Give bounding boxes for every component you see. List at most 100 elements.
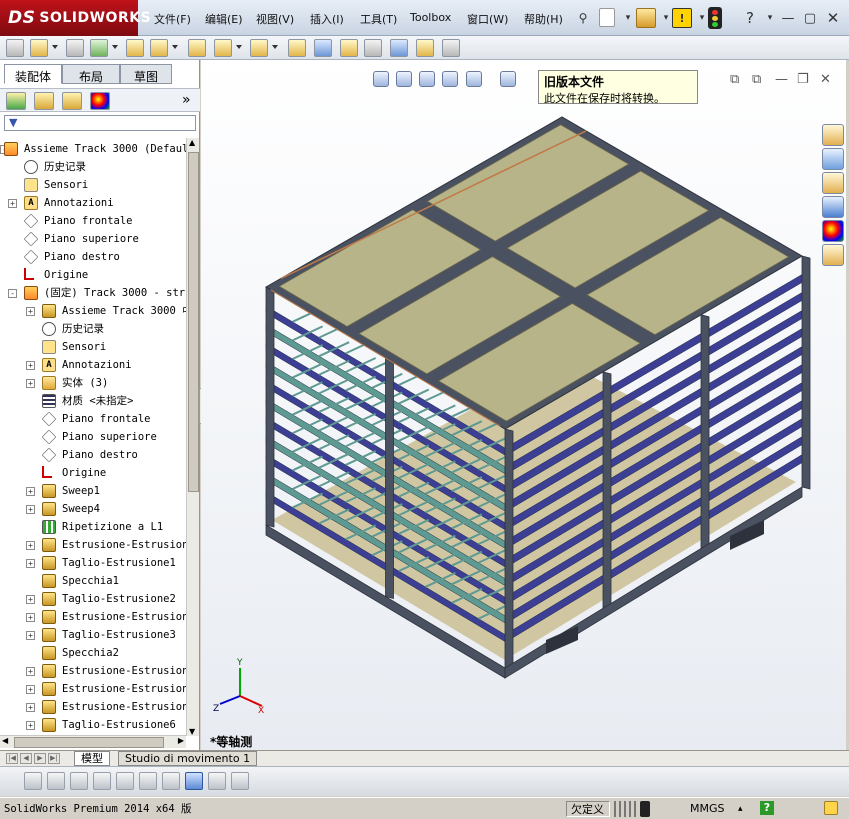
property-manager-tab-icon[interactable] bbox=[34, 92, 54, 110]
tree-expander-icon[interactable]: + bbox=[26, 595, 35, 604]
move-dropdown-icon[interactable] bbox=[172, 45, 178, 49]
tree-item[interactable]: + Assieme Track 3000 中 bbox=[0, 302, 186, 320]
frame-post[interactable] bbox=[700, 314, 710, 552]
tree-item[interactable]: Specchia2 bbox=[0, 644, 186, 662]
track-3000-model[interactable] bbox=[201, 60, 846, 750]
tree-item[interactable]: Piano frontale bbox=[0, 410, 186, 428]
warning-icon[interactable]: ! bbox=[672, 8, 692, 28]
viewport-tile-right-icon[interactable]: ⧉ bbox=[752, 72, 761, 87]
tree-horizontal-scrollbar[interactable]: ◀ ▶ bbox=[0, 735, 186, 748]
interference-detection-icon[interactable] bbox=[390, 39, 408, 57]
status-traffic-light-icon[interactable] bbox=[640, 801, 650, 817]
tree-expander-icon[interactable]: + bbox=[26, 379, 35, 388]
custom-properties-icon[interactable] bbox=[822, 244, 844, 266]
tree-vertical-scrollbar[interactable]: ▲ ▼ bbox=[186, 138, 199, 736]
tab-sketch[interactable]: 草图 bbox=[120, 64, 172, 84]
pin-icon[interactable]: ⚲ bbox=[573, 8, 593, 28]
tree-item[interactable]: + A Annotazioni bbox=[0, 194, 186, 212]
tree-item[interactable]: + Sweep1 bbox=[0, 482, 186, 500]
tree-item[interactable]: + Estrusione-Estrusion bbox=[0, 608, 186, 626]
tree-item[interactable]: + Estrusione-Estrusion bbox=[0, 662, 186, 680]
feature-manager-tab-icon[interactable] bbox=[6, 92, 26, 110]
menu-toolbox[interactable]: Toolbox bbox=[408, 11, 453, 24]
tree-item[interactable]: + Taglio-Estrusione1 bbox=[0, 554, 186, 572]
tree-expander-icon[interactable]: + bbox=[26, 505, 35, 514]
menu-edit[interactable]: 编辑(E) bbox=[203, 11, 245, 27]
scroll-up-arrow-icon[interactable]: ▲ bbox=[189, 138, 195, 147]
close-window-icon[interactable]: ✕ bbox=[823, 8, 843, 28]
new-dropdown-icon[interactable]: ▾ bbox=[618, 8, 638, 28]
tree-expander-icon[interactable]: + bbox=[26, 541, 35, 550]
tree-item[interactable]: Sensori bbox=[0, 338, 186, 356]
assembly-features-icon[interactable] bbox=[214, 39, 232, 57]
filter-funnel-icon[interactable]: ▼ bbox=[9, 116, 17, 129]
display-style-icon[interactable] bbox=[500, 71, 516, 87]
tab-motion-study-1[interactable]: Studio di movimento 1 bbox=[118, 751, 258, 766]
tags-icon[interactable] bbox=[824, 801, 838, 815]
view-3d-icon[interactable] bbox=[24, 772, 42, 790]
smart-fasteners-icon[interactable] bbox=[126, 39, 144, 57]
tree-expander-icon[interactable]: + bbox=[26, 667, 35, 676]
tree-item[interactable]: Piano frontale bbox=[0, 212, 186, 230]
more-tabs-chevron-icon[interactable]: » bbox=[182, 92, 191, 108]
units-dropdown-icon[interactable]: ▴ bbox=[738, 801, 743, 817]
configuration-manager-tab-icon[interactable] bbox=[62, 92, 82, 110]
reference-geometry-icon[interactable] bbox=[250, 39, 268, 57]
status-help-icon[interactable]: ? bbox=[760, 801, 774, 815]
frame-post[interactable] bbox=[385, 357, 394, 600]
help-dropdown-icon[interactable]: ▾ bbox=[760, 8, 780, 28]
frame-post[interactable] bbox=[602, 371, 612, 611]
menu-window[interactable]: 窗口(W) bbox=[465, 11, 510, 27]
design-library-icon[interactable] bbox=[822, 148, 844, 170]
tree-expander-icon[interactable]: + bbox=[26, 721, 35, 730]
tree-expander-icon[interactable]: + bbox=[26, 613, 35, 622]
frame-post[interactable] bbox=[265, 286, 275, 528]
scroll-left-arrow-icon[interactable]: ◀ bbox=[2, 736, 8, 745]
menu-view[interactable]: 视图(V) bbox=[254, 11, 296, 27]
tab-next-arrow-icon[interactable]: ▶ bbox=[34, 753, 46, 764]
help-question-icon[interactable]: ? bbox=[740, 8, 760, 28]
previous-view-icon[interactable] bbox=[419, 71, 435, 87]
view-axes-icon[interactable] bbox=[162, 772, 180, 790]
features-dropdown-icon[interactable] bbox=[236, 45, 242, 49]
graphics-viewport[interactable] bbox=[201, 60, 846, 750]
restore-window-icon[interactable]: ▢ bbox=[800, 8, 820, 28]
tree-expander-icon[interactable]: + bbox=[26, 685, 35, 694]
viewport-minimize-icon[interactable]: — bbox=[775, 72, 788, 87]
tree-item[interactable]: + Estrusione-Estrusion bbox=[0, 698, 186, 716]
view-shaded-icon[interactable] bbox=[185, 772, 203, 790]
view-box-icon[interactable] bbox=[47, 772, 65, 790]
tab-assembly[interactable]: 装配体 bbox=[4, 64, 62, 84]
tree-expander-icon[interactable]: + bbox=[26, 307, 35, 316]
pattern-dropdown-icon[interactable] bbox=[112, 45, 118, 49]
display-manager-tab-icon[interactable] bbox=[90, 92, 110, 110]
exploded-view-icon[interactable] bbox=[340, 39, 358, 57]
tab-prev-arrow-icon[interactable]: ◀ bbox=[20, 753, 32, 764]
frame-post[interactable] bbox=[801, 255, 811, 490]
linear-pattern-icon[interactable] bbox=[90, 39, 108, 57]
appearances-icon[interactable] bbox=[822, 220, 844, 242]
tab-model[interactable]: 模型 bbox=[74, 751, 110, 766]
tree-expander-icon[interactable]: + bbox=[26, 703, 35, 712]
bill-of-materials-icon[interactable] bbox=[314, 39, 332, 57]
new-document-icon[interactable] bbox=[599, 8, 615, 27]
view-palette-icon[interactable] bbox=[822, 196, 844, 218]
frame-post[interactable] bbox=[504, 428, 514, 671]
tree-item[interactable]: + A Annotazioni bbox=[0, 356, 186, 374]
solidworks-resources-icon[interactable] bbox=[822, 124, 844, 146]
viewport-tile-left-icon[interactable]: ⧉ bbox=[730, 72, 739, 87]
tree-item[interactable]: Piano superiore bbox=[0, 230, 186, 248]
traffic-light-icon[interactable] bbox=[708, 7, 722, 29]
solidworks-logo[interactable]: DS SOLIDWORKS bbox=[0, 0, 151, 36]
tree-filter-field[interactable]: ▼ bbox=[4, 115, 196, 131]
view-properties-icon[interactable] bbox=[231, 772, 249, 790]
section-view-icon[interactable] bbox=[442, 71, 458, 87]
file-explorer-icon[interactable] bbox=[822, 172, 844, 194]
tree-item[interactable]: 历史记录 bbox=[0, 320, 186, 338]
tree-hscroll-thumb[interactable] bbox=[14, 737, 164, 748]
open-folder-icon[interactable] bbox=[636, 8, 656, 28]
scroll-right-arrow-icon[interactable]: ▶ bbox=[178, 736, 184, 745]
clearance-verification-icon[interactable] bbox=[416, 39, 434, 57]
tree-item[interactable]: - (固定) Track 3000 - stru bbox=[0, 284, 186, 302]
tab-layout[interactable]: 布局 bbox=[62, 64, 120, 84]
